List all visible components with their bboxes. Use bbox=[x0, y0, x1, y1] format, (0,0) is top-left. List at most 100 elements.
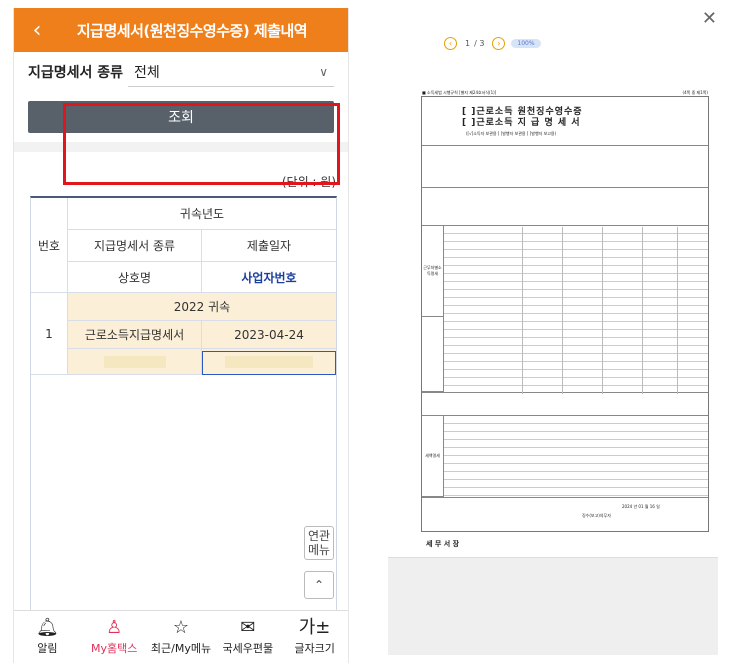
select-value: 전체 bbox=[134, 64, 160, 81]
header-company: 상호명 bbox=[68, 262, 202, 293]
form-grid-line bbox=[444, 313, 708, 314]
form-grid-line bbox=[444, 487, 708, 488]
form-grid-line bbox=[444, 439, 708, 440]
chevron-down-icon: ∨ bbox=[319, 64, 328, 79]
form-grid-line bbox=[444, 321, 708, 322]
row-submit-date: 2023-04-24 bbox=[202, 321, 336, 349]
form-grid-line bbox=[444, 305, 708, 306]
form-header-left: ■ 소득세법 시행규칙 [별지 제24호서식(1)] bbox=[422, 90, 497, 95]
form-subtitle: ([√]소득자 보관용 [ ]발행자 보관용 [ ]발행자 보고용) bbox=[466, 131, 557, 136]
bottom-navigation: 🔔︎ 알림 ♙ My홈택스 ☆ 최근/My메뉴 ✉ 국세우편물 가± 글자크기 bbox=[14, 610, 348, 663]
nav-label: 국세우편물 bbox=[222, 642, 274, 655]
viewer-toolbar: ‹ 1 / 3 › 100% bbox=[388, 30, 718, 56]
nav-alerts[interactable]: 🔔︎ 알림 bbox=[14, 611, 81, 663]
form-title-line1: [ ]근로소득 원천징수영수증 bbox=[462, 107, 583, 117]
tax-office-name: 세 무 서 장 bbox=[426, 540, 460, 548]
screen: ‹ 지급명세서(원천징수영수증) 제출내역 지급명세서 종류 전체 ∨ 조회 (… bbox=[0, 0, 733, 663]
bell-icon: 🔔︎ bbox=[35, 617, 59, 638]
document-viewer: ‹ 1 / 3 › 100% ■ 소득세법 시행규칙 [별지 제24호서식(1)… bbox=[388, 30, 718, 655]
form-grid-line bbox=[444, 385, 708, 386]
chevron-left-icon: ‹ bbox=[32, 17, 42, 43]
form-grid-line bbox=[444, 233, 708, 234]
scroll-top-button[interactable]: ⌃ bbox=[304, 571, 334, 599]
redacted-company bbox=[103, 355, 166, 368]
highlight-annotation-box bbox=[63, 103, 340, 185]
form-column-line bbox=[562, 227, 563, 394]
related-menu-button[interactable]: 연관 메뉴 bbox=[304, 526, 334, 560]
form-rule bbox=[422, 187, 708, 188]
section-income-label: 근무처별소득명세 bbox=[422, 225, 444, 317]
form-grid-line bbox=[444, 329, 708, 330]
form-column-line bbox=[522, 227, 523, 394]
form-column-line bbox=[677, 227, 678, 394]
form-grid-line bbox=[444, 423, 708, 424]
statement-type-select[interactable]: 전체 ∨ bbox=[128, 57, 334, 87]
form-grid-line bbox=[444, 471, 708, 472]
form-rule bbox=[422, 415, 708, 416]
form-grid-line bbox=[444, 345, 708, 346]
total-pages: / 3 bbox=[474, 38, 485, 48]
form-grid-line bbox=[444, 369, 708, 370]
form-column-line bbox=[602, 227, 603, 394]
form-date: 2024 년 01 월 16 일 bbox=[622, 504, 660, 509]
selected-cell-outline bbox=[202, 351, 336, 375]
form-grid-line bbox=[444, 265, 708, 266]
form-grid-line bbox=[444, 361, 708, 362]
nav-my-hometax[interactable]: ♙ My홈택스 bbox=[81, 611, 148, 663]
filter-label: 지급명세서 종류 bbox=[28, 65, 124, 81]
form-grid-line bbox=[444, 249, 708, 250]
form-grid-line bbox=[444, 479, 708, 480]
back-button[interactable]: ‹ bbox=[24, 16, 50, 44]
font-size-icon: 가± bbox=[298, 617, 331, 638]
form-grid-line bbox=[444, 337, 708, 338]
section-nontax-label bbox=[422, 317, 444, 392]
header-year: 귀속년도 bbox=[68, 198, 336, 230]
tax-withholding-form: ■ 소득세법 시행규칙 [별지 제24호서식(1)] (4쪽 중 제1쪽) [ … bbox=[421, 90, 709, 548]
form-grid-line bbox=[444, 495, 708, 496]
close-viewer-button[interactable]: ✕ bbox=[702, 8, 717, 29]
page-title: 지급명세서(원천징수영수증) 제출내역 bbox=[76, 21, 308, 40]
form-grid-line bbox=[444, 455, 708, 456]
form-grid-line bbox=[444, 431, 708, 432]
header-submit-date: 제출일자 bbox=[202, 230, 336, 262]
nav-label: 알림 bbox=[37, 642, 58, 655]
prev-page-button[interactable]: ‹ bbox=[444, 36, 457, 50]
app-header: ‹ 지급명세서(원천징수영수증) 제출내역 bbox=[14, 8, 348, 52]
row-type-link[interactable]: 근로소득지급명세서 bbox=[68, 321, 202, 349]
form-rule bbox=[422, 392, 708, 393]
row-company bbox=[68, 349, 202, 375]
statement-type-filter: 지급명세서 종류 전체 ∨ bbox=[14, 52, 348, 92]
nav-label: My홈택스 bbox=[91, 642, 138, 655]
close-icon: ✕ bbox=[701, 8, 717, 29]
next-page-button[interactable]: › bbox=[492, 36, 506, 50]
user-icon: ♙ bbox=[106, 617, 123, 638]
row-number: 1 bbox=[31, 293, 68, 375]
form-grid-line bbox=[444, 353, 708, 354]
row-year: 2022 귀속 bbox=[68, 293, 336, 321]
star-icon: ☆ bbox=[172, 617, 190, 638]
zoom-level[interactable]: 100% bbox=[511, 38, 541, 48]
form-grid-line bbox=[444, 297, 708, 298]
form-header-right: (4쪽 중 제1쪽) bbox=[682, 90, 708, 95]
form-grid-line bbox=[444, 241, 708, 242]
form-grid-line bbox=[444, 289, 708, 290]
mobile-app: ‹ 지급명세서(원천징수영수증) 제출내역 지급명세서 종류 전체 ∨ 조회 (… bbox=[13, 8, 349, 663]
nav-recent-menu[interactable]: ☆ 최근/My메뉴 bbox=[148, 611, 215, 663]
document-page: ■ 소득세법 시행규칙 [별지 제24호서식(1)] (4쪽 중 제1쪽) [ … bbox=[388, 56, 718, 558]
mail-icon: ✉ bbox=[240, 617, 256, 638]
current-page: 1 bbox=[465, 38, 471, 48]
form-title-line2: [ ]근로소득 지 급 명 세 서 bbox=[462, 118, 581, 128]
form-grid-line bbox=[444, 447, 708, 448]
submission-table: 번호 귀속년도 지급명세서 종류 제출일자 상호명 사업자번호 1 2022 귀… bbox=[30, 196, 337, 616]
form-rule bbox=[422, 497, 708, 498]
form-footer: 징수(보고)의무자 bbox=[582, 513, 611, 518]
nav-label: 글자크기 bbox=[294, 642, 335, 655]
nav-tax-mail[interactable]: ✉ 국세우편물 bbox=[214, 611, 281, 663]
form-grid-line bbox=[444, 463, 708, 464]
header-biz-no: 사업자번호 bbox=[202, 262, 336, 293]
section-tax-label: 세액명세 bbox=[422, 415, 444, 497]
chevron-up-icon: ⌃ bbox=[313, 578, 325, 592]
form-grid-line bbox=[444, 257, 708, 258]
form-rule bbox=[422, 225, 708, 226]
nav-font-size[interactable]: 가± 글자크기 bbox=[281, 611, 348, 663]
